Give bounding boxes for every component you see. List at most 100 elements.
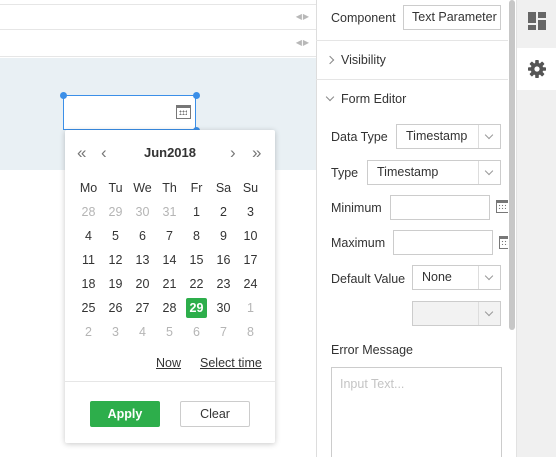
date-input-widget[interactable] <box>63 95 196 130</box>
day-cell[interactable]: 10 <box>237 224 264 248</box>
weekday-label: Sa <box>215 181 232 195</box>
canvas-row-2[interactable]: ◀▶ <box>0 31 316 57</box>
minimum-input[interactable] <box>390 195 490 220</box>
day-cell-other-month[interactable]: 4 <box>129 320 156 344</box>
clear-button[interactable]: Clear <box>180 401 250 427</box>
scrollbar-thumb[interactable] <box>509 0 515 330</box>
day-cell[interactable]: 13 <box>129 248 156 272</box>
day-cell-other-month[interactable]: 8 <box>237 320 264 344</box>
day-cell[interactable]: 30 <box>210 296 237 320</box>
day-cell-selected[interactable]: 29 <box>183 296 210 320</box>
day-cell-other-month[interactable]: 6 <box>183 320 210 344</box>
day-cell[interactable]: 3 <box>237 200 264 224</box>
day-cell[interactable]: 14 <box>156 248 183 272</box>
day-cell[interactable]: 17 <box>237 248 264 272</box>
settings-panel-button[interactable] <box>517 48 556 90</box>
day-cell-other-month[interactable]: 3 <box>102 320 129 344</box>
day-cell[interactable]: 9 <box>210 224 237 248</box>
day-cell[interactable]: 15 <box>183 248 210 272</box>
day-cell[interactable]: 20 <box>129 272 156 296</box>
day-cell[interactable]: 2 <box>210 200 237 224</box>
calendar-week-row: 2 3 4 5 6 7 8 <box>75 320 265 344</box>
resize-handle-top-right[interactable] <box>193 92 200 99</box>
day-cell[interactable]: 12 <box>102 248 129 272</box>
apply-button[interactable]: Apply <box>90 401 160 427</box>
gear-icon <box>528 60 546 78</box>
prev-month-button[interactable]: ‹ <box>101 143 107 163</box>
day-cell[interactable]: 16 <box>210 248 237 272</box>
layout-panel-button[interactable] <box>517 0 556 42</box>
type-select[interactable]: Timestamp <box>367 160 501 185</box>
dashboard-layout-icon <box>528 12 546 30</box>
day-cell-other-month[interactable]: 28 <box>75 200 102 224</box>
calendar-week-row: 11 12 13 14 15 16 17 <box>75 248 265 272</box>
chevron-right-icon <box>325 55 335 65</box>
row-resize-arrows-icon[interactable]: ◀▶ <box>296 12 310 21</box>
canvas-row-1[interactable]: ◀▶ <box>0 4 316 30</box>
day-cell-other-month[interactable]: 1 <box>237 296 264 320</box>
weekday-label: Su <box>242 181 259 195</box>
chevron-down-icon[interactable] <box>478 161 500 184</box>
default-value-value: None <box>422 270 452 284</box>
day-cell-other-month[interactable]: 29 <box>102 200 129 224</box>
component-field[interactable]: Text Parameter <box>403 5 501 30</box>
picker-divider <box>65 381 275 382</box>
chevron-down-icon[interactable] <box>478 266 500 289</box>
day-cell[interactable]: 7 <box>156 224 183 248</box>
section-divider <box>316 79 508 80</box>
selected-day-label: 29 <box>186 298 207 318</box>
minimum-label: Minimum <box>331 201 382 215</box>
prev-year-button[interactable]: « <box>77 143 86 163</box>
data-type-label: Data Type <box>331 130 388 144</box>
day-cell[interactable]: 27 <box>129 296 156 320</box>
weekday-label: Fr <box>190 181 203 195</box>
day-cell-other-month[interactable]: 30 <box>129 200 156 224</box>
component-label: Component <box>331 11 396 25</box>
day-cell[interactable]: 5 <box>102 224 129 248</box>
day-cell[interactable]: 21 <box>156 272 183 296</box>
day-cell-other-month[interactable]: 7 <box>210 320 237 344</box>
day-cell[interactable]: 24 <box>237 272 264 296</box>
maximum-input[interactable] <box>393 230 493 255</box>
data-type-value: Timestamp <box>406 129 468 143</box>
day-cell[interactable]: 22 <box>183 272 210 296</box>
weekday-label: Th <box>162 181 177 195</box>
visibility-section-header[interactable]: Visibility <box>325 53 386 67</box>
day-cell[interactable]: 11 <box>75 248 102 272</box>
select-time-link[interactable]: Select time <box>200 356 262 370</box>
weekday-header-row: Mo Tu We Th Fr Sa Su <box>75 176 265 200</box>
now-link[interactable]: Now <box>156 356 181 370</box>
panel-scrollbar[interactable] <box>508 0 516 457</box>
default-value-select[interactable]: None <box>412 265 501 290</box>
data-type-select[interactable]: Timestamp <box>396 124 501 149</box>
error-message-textarea[interactable]: Input Text... <box>331 367 502 457</box>
day-cell[interactable]: 1 <box>183 200 210 224</box>
form-editor-section-header[interactable]: Form Editor <box>325 92 407 106</box>
next-year-button[interactable]: » <box>252 143 261 163</box>
chevron-down-icon[interactable] <box>478 125 500 148</box>
day-cell[interactable]: 8 <box>183 224 210 248</box>
day-cell-other-month[interactable]: 2 <box>75 320 102 344</box>
day-cell[interactable]: 4 <box>75 224 102 248</box>
calendar-grid: Mo Tu We Th Fr Sa Su 28 29 30 31 1 2 3 4 <box>75 176 265 344</box>
visibility-title: Visibility <box>341 53 386 67</box>
day-cell[interactable]: 6 <box>129 224 156 248</box>
day-cell-other-month[interactable]: 5 <box>156 320 183 344</box>
day-cell[interactable]: 26 <box>102 296 129 320</box>
day-cell-other-month[interactable]: 31 <box>156 200 183 224</box>
maximum-label: Maximum <box>331 236 386 250</box>
form-editor-title: Form Editor <box>341 92 407 106</box>
calendar-week-row: 25 26 27 28 29 30 1 <box>75 296 265 320</box>
day-cell[interactable]: 23 <box>210 272 237 296</box>
day-cell[interactable]: 19 <box>102 272 129 296</box>
default-value-secondary-select <box>412 301 501 326</box>
calendar-icon[interactable] <box>176 105 191 119</box>
resize-handle-top-left[interactable] <box>60 92 67 99</box>
chevron-down-icon <box>478 302 500 325</box>
month-title[interactable]: Jun2018 <box>125 145 215 160</box>
day-cell[interactable]: 28 <box>156 296 183 320</box>
next-month-button[interactable]: › <box>230 143 236 163</box>
day-cell[interactable]: 18 <box>75 272 102 296</box>
row-resize-arrows-icon[interactable]: ◀▶ <box>296 38 310 47</box>
day-cell[interactable]: 25 <box>75 296 102 320</box>
